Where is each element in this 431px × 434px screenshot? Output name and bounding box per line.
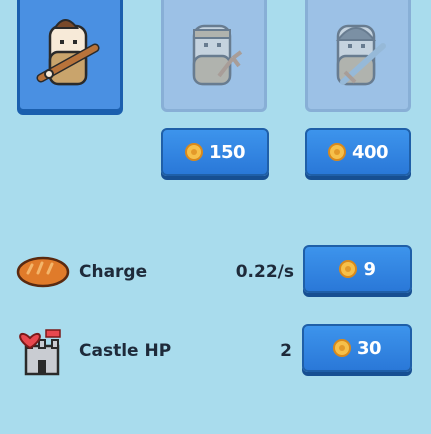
club-fighter-icon [36,19,100,86]
coin-icon [339,260,358,278]
upgrade-value-castle-hp: 2 [280,341,292,361]
cost-label: 9 [363,258,376,280]
slingshot-fighter-icon [192,24,243,86]
sword-fighter-icon [335,24,386,86]
character-card-club[interactable] [17,0,123,112]
upgrade-label-castle-hp: Castle HP [79,341,172,361]
castle-heart-icon [19,329,61,376]
coin-icon [184,143,203,161]
character-card-sword[interactable] [305,0,411,112]
coin-icon [332,339,351,357]
bread-icon [16,256,70,288]
coin-icon [327,143,346,161]
upgrade-castle-hp-button[interactable]: 30 [302,324,412,372]
price-label: 400 [351,141,389,163]
character-card-slingshot[interactable] [161,0,267,112]
upgrade-charge-button[interactable]: 9 [303,245,412,293]
upgrade-value-charge: 0.22/s [235,262,294,282]
cost-label: 30 [356,337,382,359]
price-label: 150 [208,141,246,163]
buy-slingshot-button[interactable]: 150 [161,128,269,176]
buy-sword-button[interactable]: 400 [305,128,411,176]
upgrade-label-charge: Charge [79,262,148,282]
